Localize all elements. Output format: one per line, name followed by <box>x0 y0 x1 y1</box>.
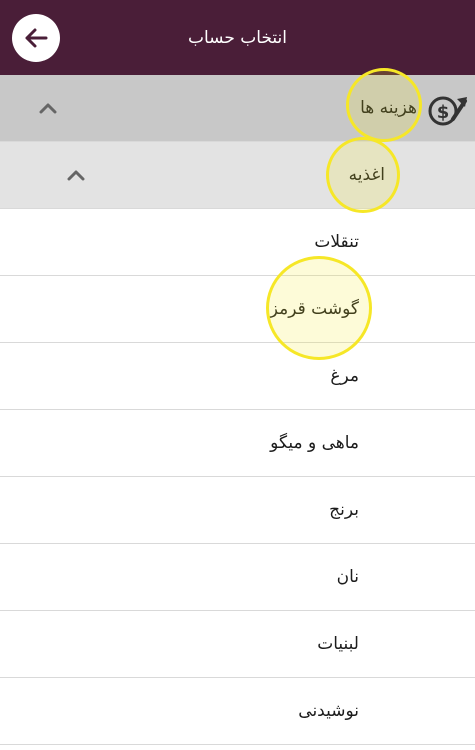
tree-category-food[interactable]: اغذیه <box>0 142 475 209</box>
list-item-label: مرغ <box>330 366 359 386</box>
arrow-left-icon <box>25 28 48 48</box>
page-title: انتخاب حساب <box>188 27 288 48</box>
list-item[interactable]: ماهی و میگو <box>0 410 475 477</box>
back-button[interactable] <box>12 14 60 62</box>
collapse-caret-icon[interactable] <box>36 96 60 120</box>
list-item-label: گوشت قرمز <box>269 299 359 319</box>
list-item[interactable]: برنج <box>0 477 475 544</box>
collapse-caret-icon[interactable] <box>64 163 88 187</box>
app-bar: انتخاب حساب <box>0 0 475 75</box>
list-item[interactable]: لبنیات <box>0 611 475 678</box>
svg-text:$: $ <box>437 102 450 123</box>
list-item-label: ماهی و میگو <box>270 433 359 453</box>
list-item[interactable]: گوشت قرمز <box>0 276 475 343</box>
tree-root-label: هزینه ها <box>360 98 417 118</box>
list-item[interactable]: تنقلات <box>0 209 475 276</box>
list-item[interactable]: نان <box>0 544 475 611</box>
list-item-label: تنقلات <box>314 232 359 252</box>
list-item-label: لبنیات <box>317 634 359 654</box>
list-item-label: برنج <box>329 500 359 520</box>
list-item[interactable]: نوشیدنی <box>0 678 475 745</box>
list-item-label: نوشیدنی <box>298 701 359 721</box>
tree-category-label: اغذیه <box>348 165 385 185</box>
list-item-label: نان <box>336 567 359 587</box>
list-item[interactable]: مرغ <box>0 343 475 410</box>
tree-root-expenses[interactable]: $ هزینه ها <box>0 75 475 142</box>
expense-dollar-icon: $ <box>425 89 469 129</box>
